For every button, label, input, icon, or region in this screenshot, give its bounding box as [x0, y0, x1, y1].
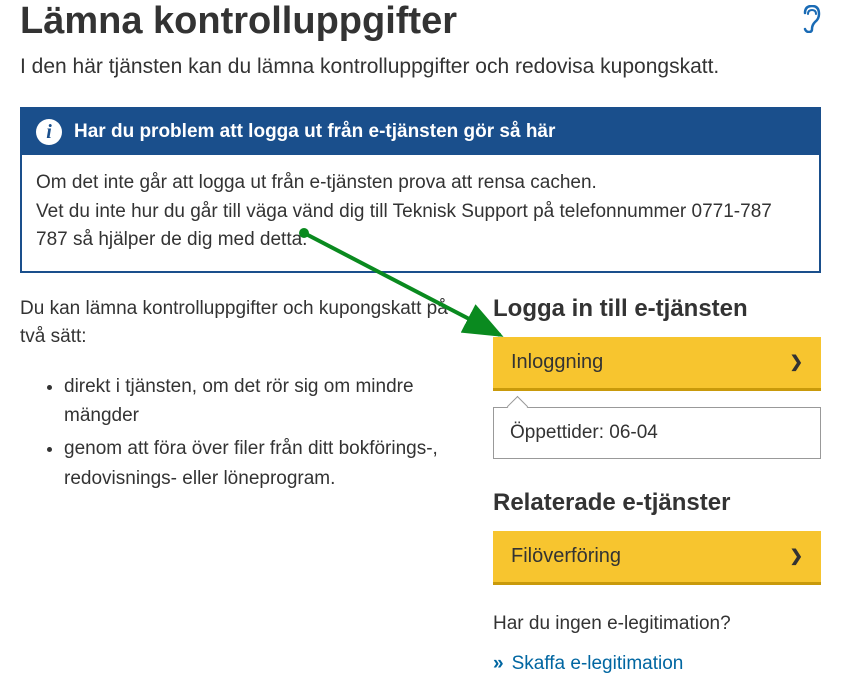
hearing-aid-icon[interactable] — [801, 5, 821, 38]
method-bullet-2: genom att föra över filer från ditt bokf… — [64, 434, 457, 493]
chevron-right-icon: ❯ — [790, 352, 803, 372]
get-eid-link[interactable]: » Skaffa e-legitimation — [493, 653, 821, 675]
file-transfer-button-label: Filöverföring — [511, 545, 621, 568]
info-box-title: Har du problem att logga ut från e-tjäns… — [74, 121, 555, 143]
intro-text: I den här tjänsten kan du lämna kontroll… — [20, 55, 821, 79]
page-title: Lämna kontrolluppgifter — [20, 0, 457, 43]
opening-hours-text: Öppettider: 06-04 — [510, 422, 658, 443]
methods-lead: Du kan lämna kontrolluppgifter och kupon… — [20, 295, 457, 352]
info-box-line2: Vet du inte hur du går till väga vänd di… — [36, 198, 805, 255]
info-alert-box: i Har du problem att logga ut från e-tjä… — [20, 107, 821, 273]
get-eid-link-text: Skaffa e-legitimation — [512, 653, 684, 675]
file-transfer-button[interactable]: Filöverföring ❯ — [493, 531, 821, 585]
login-button[interactable]: Inloggning ❯ — [493, 337, 821, 391]
no-eid-question: Har du ingen e-legitimation? — [493, 613, 821, 635]
opening-hours-box: Öppettider: 06-04 — [493, 407, 821, 459]
double-chevron-icon: » — [493, 653, 504, 675]
method-bullet-1: direkt i tjänsten, om det rör sig om min… — [64, 372, 457, 431]
login-heading: Logga in till e-tjänsten — [493, 295, 821, 323]
related-heading: Relaterade e-tjänster — [493, 489, 821, 517]
info-icon: i — [36, 119, 62, 145]
chevron-right-icon: ❯ — [790, 546, 803, 566]
info-box-line1: Om det inte går att logga ut från e-tjän… — [36, 169, 805, 198]
login-button-label: Inloggning — [511, 351, 603, 374]
